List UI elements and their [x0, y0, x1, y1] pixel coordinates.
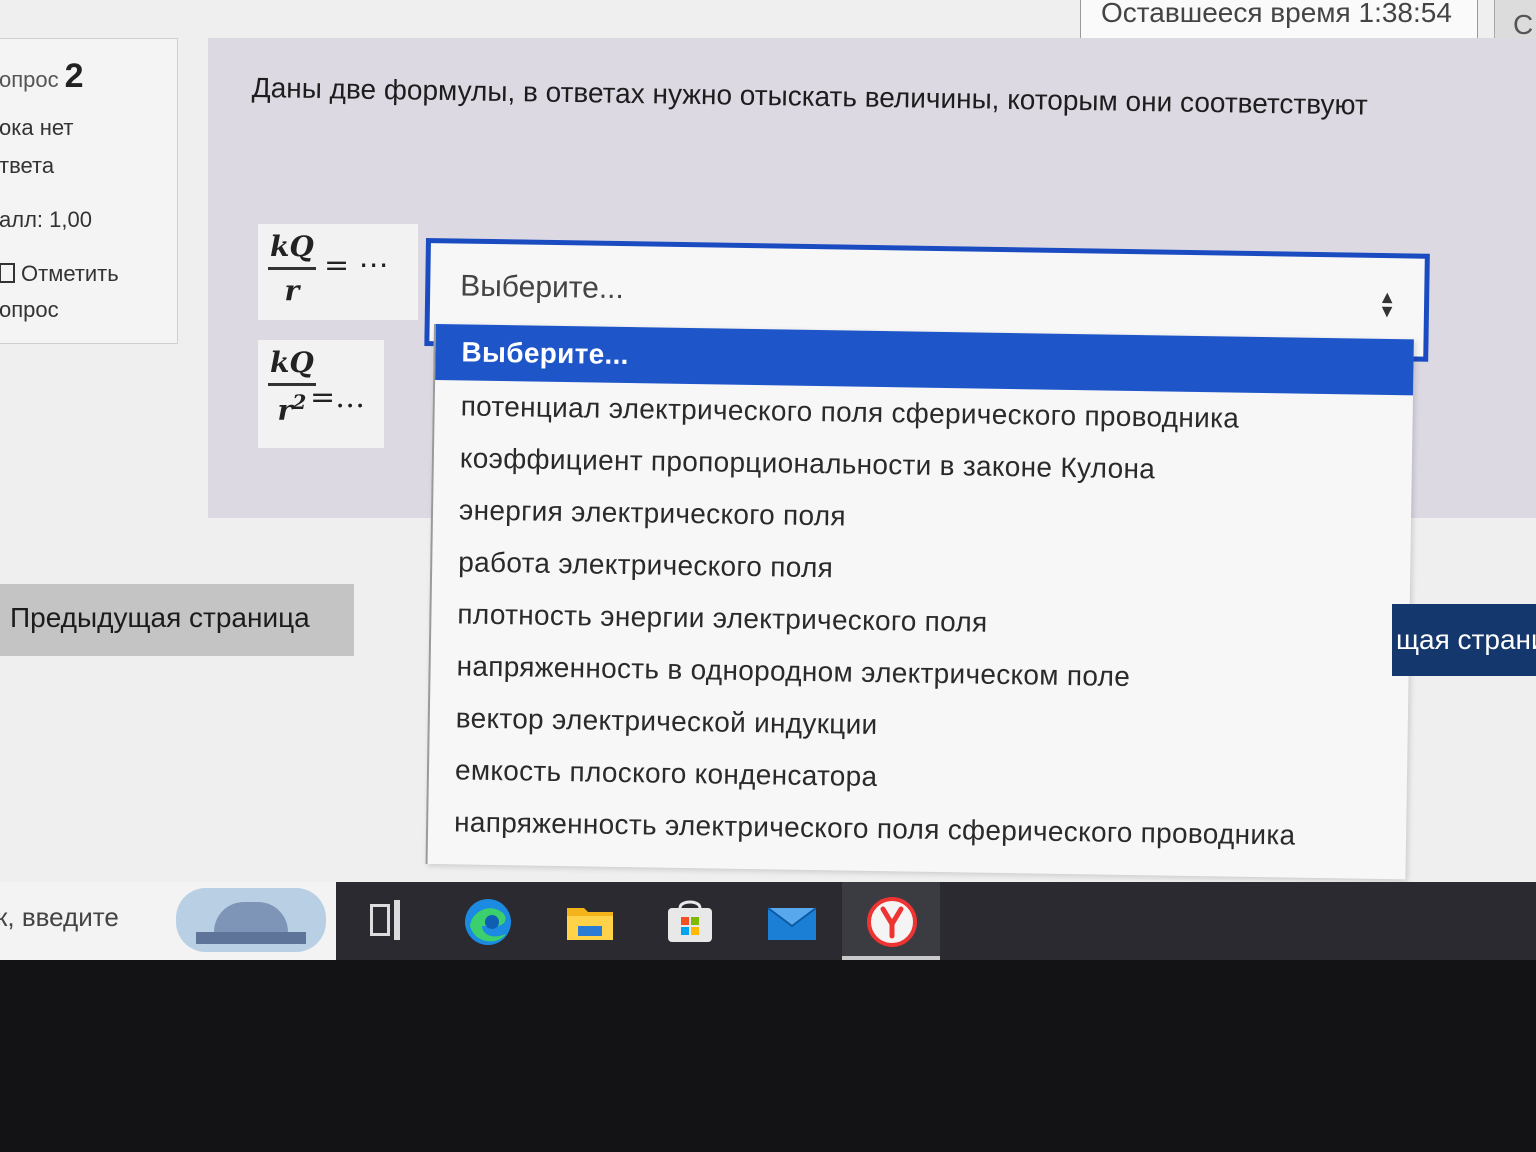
screen-bezel: [0, 960, 1536, 1152]
question-score: алл: 1,00: [0, 207, 92, 232]
select-arrows-icon: ▲ ▼: [1377, 286, 1397, 322]
question-number: опрос 2: [0, 57, 84, 95]
store-icon[interactable]: [664, 896, 716, 948]
flag-question[interactable]: Отметить: [0, 261, 119, 287]
flag-question-cont[interactable]: опрос: [0, 297, 59, 323]
previous-page-button[interactable]: Предыдущая страница: [0, 584, 354, 656]
formula-2-equals: =…: [310, 380, 366, 415]
taskbar: к, введите: [0, 882, 1536, 960]
next-page-button[interactable]: щая страни: [1392, 604, 1536, 676]
search-placeholder: к, введите: [0, 902, 119, 932]
search-highlight-image: [176, 888, 326, 952]
formula-1: kQ r = ⋯: [258, 224, 418, 320]
formula-1-equals: = ⋯: [324, 248, 389, 283]
time-remaining: Оставшееся время 1:38:54: [1080, 0, 1478, 42]
file-explorer-icon[interactable]: [564, 896, 616, 948]
answer-select-value: Выберите...: [459, 269, 625, 306]
question-info: опрос 2 ока нет твета алл: 1,00 Отметить …: [0, 38, 178, 344]
yandex-browser-icon[interactable]: [866, 896, 918, 948]
formula-2-fraction: kQ r2: [268, 346, 316, 427]
question-status-cont: твета: [0, 153, 55, 178]
formula-1-fraction: kQ r: [268, 230, 316, 307]
taskbar-search-box[interactable]: к, введите: [0, 882, 336, 960]
quiz-page: Оставшееся время 1:38:54 С опрос 2 ока не…: [0, 0, 1536, 890]
task-view-icon[interactable]: [366, 896, 418, 948]
formula-2: kQ r2 =…: [258, 340, 384, 448]
answer-dropdown-list: Выберите... потенциал электрического пол…: [425, 324, 1414, 880]
edge-icon[interactable]: [462, 896, 514, 948]
flag-icon[interactable]: [0, 263, 15, 283]
mail-icon[interactable]: [766, 896, 818, 948]
question-status: ока нет: [0, 115, 74, 140]
